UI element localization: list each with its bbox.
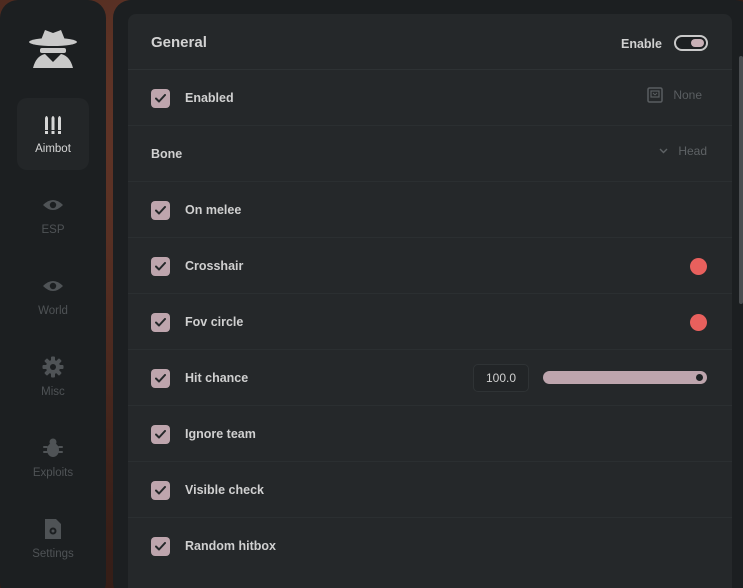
- row-label: Enabled: [185, 91, 234, 105]
- eye-icon: [42, 275, 64, 297]
- sidebar-item-label: Exploits: [32, 467, 74, 479]
- sidebar-item-label: World: [38, 305, 68, 317]
- settings-panel: General Enable Enabled None Bone Head On…: [128, 14, 732, 588]
- panel-header: General Enable: [128, 14, 732, 70]
- row-label: Ignore team: [185, 427, 256, 441]
- slider-thumb[interactable]: [696, 374, 703, 381]
- sidebar-item-settings[interactable]: Settings: [17, 503, 89, 575]
- enable-toggle[interactable]: [674, 35, 708, 51]
- row-label: Bone: [151, 147, 183, 161]
- check-icon: [155, 262, 166, 271]
- row-label: Hit chance: [185, 371, 249, 385]
- fov-circle-color-picker[interactable]: [690, 314, 707, 331]
- row-bone: Bone Head: [128, 126, 732, 182]
- check-icon: [155, 318, 166, 327]
- hit-chance-checkbox[interactable]: [151, 369, 170, 388]
- check-icon: [155, 374, 166, 383]
- sidebar-item-esp[interactable]: ESP: [17, 179, 89, 251]
- toggle-knob: [691, 39, 704, 47]
- row-crosshair: Crosshair: [128, 238, 732, 294]
- row-on-melee: On melee: [128, 182, 732, 238]
- row-ignore-team: Ignore team: [128, 406, 732, 462]
- file-gear-icon: [42, 518, 64, 540]
- row-label: On melee: [185, 203, 242, 217]
- row-label: Crosshair: [185, 259, 244, 273]
- check-icon: [155, 206, 166, 215]
- sidebar: Aimbot ESP World Misc Exploits Settings: [0, 0, 106, 588]
- sidebar-item-label: ESP: [41, 224, 65, 236]
- keybind-value: None: [673, 88, 702, 102]
- row-visible-check: Visible check: [128, 462, 732, 518]
- hit-chance-slider[interactable]: [543, 371, 707, 384]
- check-icon: [155, 542, 166, 551]
- sidebar-item-label: Settings: [32, 548, 74, 560]
- sidebar-item-label: Misc: [41, 386, 65, 398]
- bone-dropdown[interactable]: Head: [659, 144, 707, 158]
- row-label: Fov circle: [185, 315, 244, 329]
- panel-title: General: [151, 34, 207, 51]
- on-melee-checkbox[interactable]: [151, 201, 170, 220]
- row-enabled: Enabled None: [128, 70, 732, 126]
- ignore-team-checkbox[interactable]: [151, 425, 170, 444]
- sidebar-item-world[interactable]: World: [17, 260, 89, 332]
- row-fov-circle: Fov circle: [128, 294, 732, 350]
- enabled-checkbox[interactable]: [151, 89, 170, 108]
- sidebar-item-exploits[interactable]: Exploits: [17, 422, 89, 494]
- hit-chance-value-input[interactable]: 100.0: [473, 364, 529, 392]
- crosshair-checkbox[interactable]: [151, 257, 170, 276]
- crosshair-color-picker[interactable]: [690, 258, 707, 275]
- dropdown-value: Head: [678, 144, 707, 158]
- bullets-icon: [42, 113, 64, 135]
- visible-check-checkbox[interactable]: [151, 481, 170, 500]
- random-hitbox-checkbox[interactable]: [151, 537, 170, 556]
- bug-icon: [42, 437, 64, 459]
- sidebar-item-aimbot[interactable]: Aimbot: [17, 98, 89, 170]
- spy-icon: [28, 26, 78, 72]
- chevron-down-icon: [659, 148, 668, 154]
- gear-icon: [42, 356, 64, 378]
- scrollbar[interactable]: [739, 56, 743, 304]
- row-label: Random hitbox: [185, 539, 276, 553]
- sidebar-item-label: Aimbot: [35, 143, 71, 155]
- keybind-button[interactable]: None: [647, 87, 702, 103]
- row-hit-chance: Hit chance 100.0: [128, 350, 732, 406]
- check-icon: [155, 94, 166, 103]
- check-icon: [155, 486, 166, 495]
- enable-label: Enable: [621, 37, 662, 51]
- eye-icon: [42, 194, 64, 216]
- sidebar-item-misc[interactable]: Misc: [17, 341, 89, 413]
- check-icon: [155, 430, 166, 439]
- fov-circle-checkbox[interactable]: [151, 313, 170, 332]
- row-random-hitbox: Random hitbox: [128, 518, 732, 574]
- row-label: Visible check: [185, 483, 264, 497]
- keyboard-key-icon: [647, 87, 664, 103]
